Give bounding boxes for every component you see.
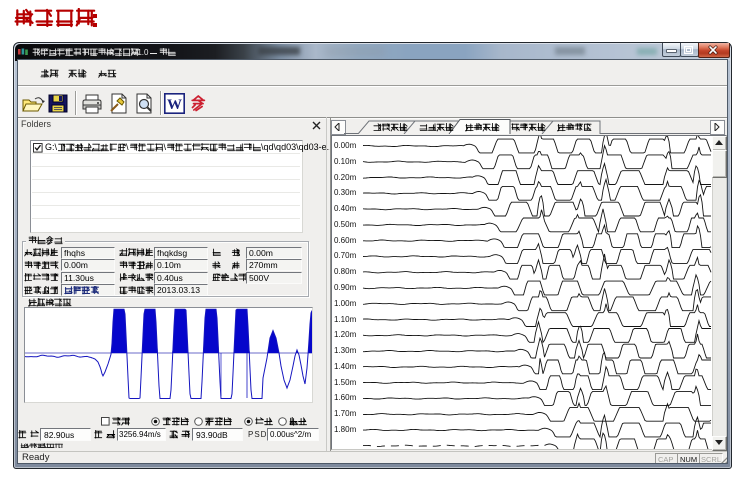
svg-text:W: W xyxy=(167,97,182,113)
